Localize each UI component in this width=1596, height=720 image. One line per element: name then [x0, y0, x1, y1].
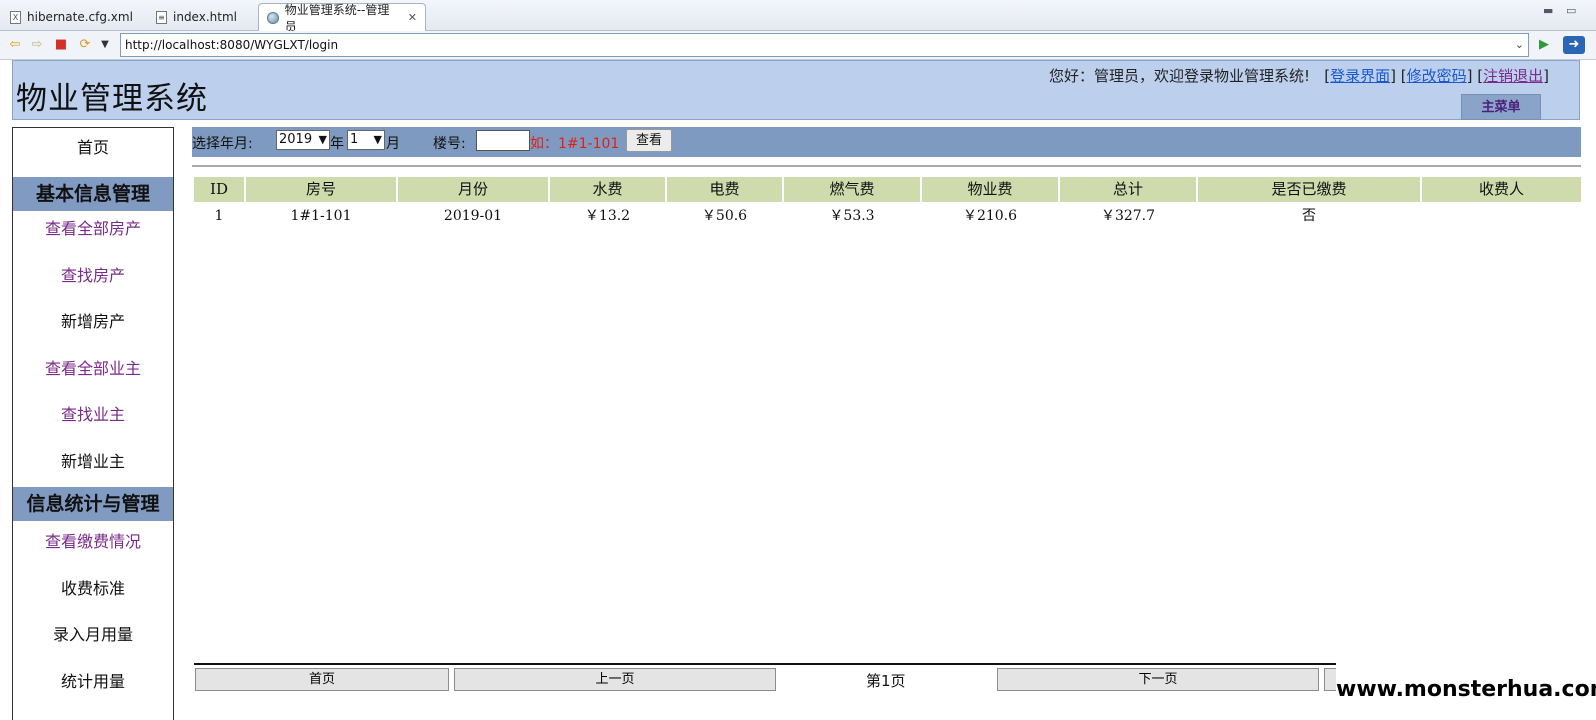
minimize-icon[interactable]: ▬ [1543, 4, 1553, 17]
col-total: 总计 [1060, 177, 1196, 202]
cell-id: 1 [214, 208, 224, 224]
browser-toolbar: ⇦ ⇨ ■ ⟳ ▼ http://localhost:8080/WYGLXT/l… [0, 31, 1596, 60]
stop-icon[interactable]: ■ [52, 36, 70, 54]
sidebar-item-view-all-properties[interactable]: 查看全部房产 [13, 214, 173, 244]
sidebar-item-add-property[interactable]: 新增房产 [13, 307, 173, 337]
sidebar-item-fee-standard[interactable]: 收费标准 [13, 574, 173, 604]
tab-hibernate-cfg[interactable]: X hibernate.cfg.xml [2, 3, 141, 31]
watermark: www.monsterhua.com [1336, 659, 1596, 720]
building-label: 楼号: [433, 136, 466, 152]
app-header: 物业管理系统 您好：管理员，欢迎登录物业管理系统! [登录界面] [修改密码] … [12, 60, 1580, 120]
next-page-button[interactable]: 下一页 [997, 668, 1319, 691]
sidebar-item-add-owner[interactable]: 新增业主 [13, 447, 173, 477]
logout-link[interactable]: 注销退出 [1483, 67, 1543, 85]
fee-table: ID 房号 月份 水费 电费 燃气费 物业费 总计 是否已缴费 收费人 1 1#… [194, 177, 1581, 230]
tab-label: 物业管理系统--管理员 [284, 2, 390, 34]
sidebar: 首页 基本信息管理 查看全部房产 查找房产 新增房产 查看全部业主 查找业主 新… [12, 127, 174, 720]
forward-arrow-icon[interactable]: ⇨ [28, 36, 46, 54]
url-input[interactable]: http://localhost:8080/WYGLXT/login ⌄ [120, 33, 1529, 57]
cell-water: ￥13.2 [584, 208, 631, 224]
html-file-icon: ≡ [156, 10, 167, 24]
go-icon[interactable]: ▶ [1535, 36, 1553, 54]
cell-property-fee: ￥210.6 [962, 208, 1018, 224]
xml-file-icon: X [10, 10, 21, 24]
col-collector: 收费人 [1422, 177, 1581, 202]
building-hint: 如：1#1-101 [530, 136, 620, 152]
chevron-down-icon: ▼ [373, 133, 382, 146]
cell-total: ￥327.7 [1100, 208, 1156, 224]
welcome-bar: 您好：管理员，欢迎登录物业管理系统! [登录界面] [修改密码] [注销退出] [1048, 67, 1549, 85]
main-menu-button[interactable]: 主菜单 [1461, 94, 1541, 120]
refresh-icon[interactable]: ⟳ [76, 36, 94, 54]
prev-page-button[interactable]: 上一页 [454, 668, 776, 691]
col-paid: 是否已缴费 [1198, 177, 1420, 202]
sidebar-item-find-owner[interactable]: 查找业主 [13, 400, 173, 430]
cell-room: 1#1-101 [290, 208, 352, 224]
building-input[interactable] [476, 130, 530, 151]
year-month-label: 选择年月: [192, 136, 253, 152]
cell-collector [1422, 202, 1581, 230]
month-unit-label: 月 [386, 136, 400, 152]
close-tab-icon[interactable]: ✕ [408, 11, 417, 24]
col-water: 水费 [550, 177, 665, 202]
tab-label: hibernate.cfg.xml [27, 10, 133, 24]
col-electric: 电费 [667, 177, 782, 202]
month-select[interactable]: 1 ▼ [347, 130, 385, 150]
col-id: ID [194, 177, 244, 202]
tab-index-html[interactable]: ≡ index.html [148, 3, 245, 31]
editor-tab-bar: X hibernate.cfg.xml ≡ index.html 物业管理系统-… [0, 0, 1596, 34]
open-external-icon[interactable]: ➜ [1563, 36, 1585, 54]
chevron-down-icon[interactable]: ⌄ [1515, 34, 1524, 56]
divider [192, 165, 1581, 167]
col-gas: 燃气费 [784, 177, 920, 202]
back-arrow-icon[interactable]: ⇦ [6, 36, 24, 54]
cell-electric: ￥50.6 [701, 208, 748, 224]
col-property-fee: 物业费 [922, 177, 1058, 202]
sidebar-item-enter-monthly-usage[interactable]: 录入月用量 [13, 620, 173, 650]
sidebar-section-statistics: 信息统计与管理 [13, 487, 173, 521]
table-row: 1 1#1-101 2019-01 ￥13.2 ￥50.6 ￥53.3 ￥210… [194, 202, 1581, 230]
cell-month: 2019-01 [443, 208, 503, 224]
sidebar-item-home[interactable]: 首页 [13, 133, 173, 163]
query-bar: 选择年月: 2019 ▼ 年 1 ▼ 月 楼号: 如：1#1-101 查看 [192, 127, 1581, 157]
first-page-button[interactable]: 首页 [195, 668, 449, 691]
app-title: 物业管理系统 [16, 81, 208, 117]
sidebar-item-usage-statistics[interactable]: 统计用量 [13, 667, 173, 697]
maximize-icon[interactable]: ▭ [1566, 4, 1576, 17]
login-page-link[interactable]: 登录界面 [1330, 67, 1390, 85]
year-unit-label: 年 [330, 136, 344, 152]
chevron-down-icon: ▼ [318, 133, 327, 146]
col-room: 房号 [246, 177, 396, 202]
col-month: 月份 [398, 177, 548, 202]
view-button[interactable]: 查看 [626, 129, 672, 152]
cell-paid: 否 [1302, 208, 1316, 224]
globe-icon [267, 11, 279, 24]
sidebar-item-find-property[interactable]: 查找房产 [13, 261, 173, 291]
current-page: 第1页 [866, 672, 906, 690]
sidebar-item-view-all-owners[interactable]: 查看全部业主 [13, 354, 173, 384]
change-password-link[interactable]: 修改密码 [1407, 67, 1467, 85]
sidebar-item-view-payments[interactable]: 查看缴费情况 [13, 527, 173, 557]
year-value: 2019 [279, 132, 313, 147]
cell-gas: ￥53.3 [829, 208, 875, 224]
sidebar-section-basic-info: 基本信息管理 [13, 177, 173, 211]
table-header: ID 房号 月份 水费 电费 燃气费 物业费 总计 是否已缴费 收费人 [194, 177, 1581, 202]
month-value: 1 [350, 132, 359, 147]
tab-label: index.html [173, 10, 237, 24]
url-text: http://localhost:8080/WYGLXT/login [125, 38, 339, 52]
history-dropdown-icon[interactable]: ▼ [96, 36, 114, 54]
year-select[interactable]: 2019 ▼ [276, 130, 330, 150]
greeting-text: 您好：管理员，欢迎登录物业管理系统! [1048, 67, 1310, 85]
tab-property-system[interactable]: 物业管理系统--管理员 ✕ [258, 3, 426, 34]
